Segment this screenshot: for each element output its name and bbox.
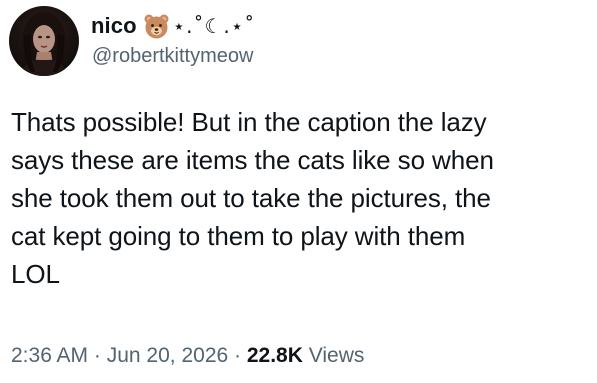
tweet: nico ⋆.˚☾.⋆˚ @robertkittymeow Thats poss… <box>0 0 597 383</box>
tweet-text: Thats possible! But in the caption the l… <box>11 107 494 289</box>
avatar[interactable] <box>9 6 79 76</box>
separator: · <box>228 344 247 367</box>
separator: · <box>88 344 107 367</box>
tweet-meta: 2:36 AM · Jun 20, 2026 · 22.8K Views <box>11 344 364 368</box>
views-count[interactable]: 22.8K <box>247 344 303 367</box>
name-decoration: ⋆.˚☾.⋆˚ <box>172 14 256 38</box>
author-handle[interactable]: @robertkittymeow <box>92 45 253 68</box>
tweet-time[interactable]: 2:36 AM <box>11 344 88 367</box>
views-label: Views <box>302 344 365 367</box>
bear-face-icon <box>143 13 170 40</box>
author-name-row[interactable]: nico ⋆.˚☾.⋆˚ <box>91 12 255 40</box>
tweet-date[interactable]: Jun 20, 2026 <box>107 344 228 367</box>
display-name[interactable]: nico <box>91 13 137 39</box>
